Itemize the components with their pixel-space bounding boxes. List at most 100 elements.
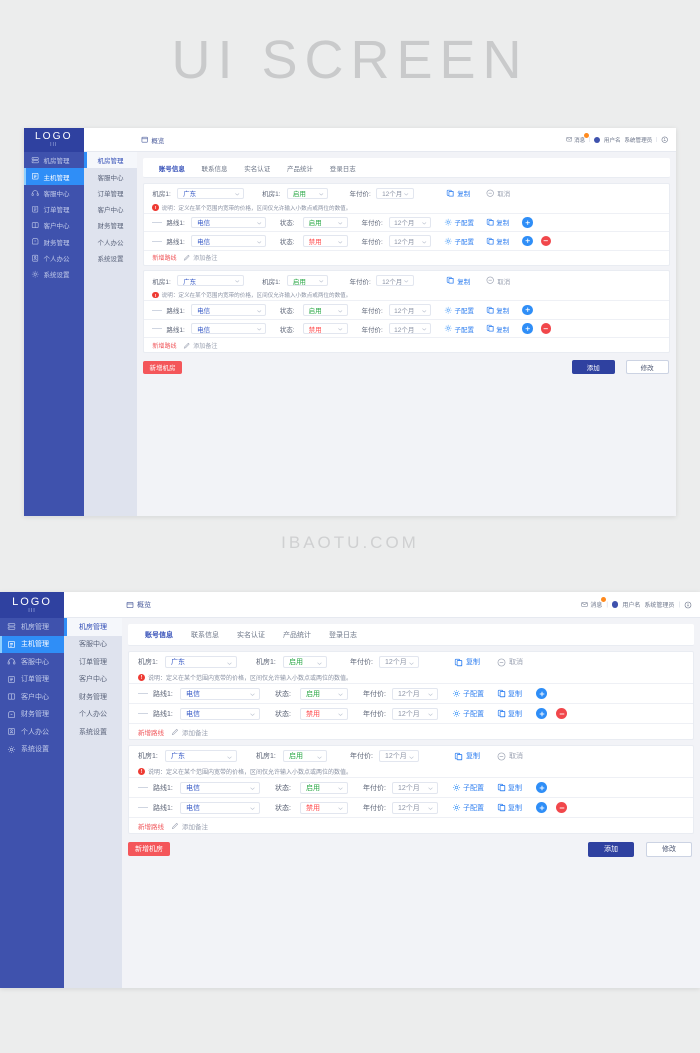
row-copy-button[interactable]: 复制 bbox=[497, 689, 522, 699]
sub-config-button[interactable]: 子配置 bbox=[452, 709, 484, 719]
modify-button[interactable]: 修改 bbox=[646, 841, 692, 857]
price-select[interactable]: 12个月 bbox=[376, 187, 414, 199]
route-status-select[interactable]: 禁用 bbox=[302, 235, 348, 247]
sidebar-item-6[interactable]: 个人办公 bbox=[24, 250, 84, 266]
route-price-select[interactable]: 12个月 bbox=[392, 801, 438, 814]
price-select[interactable]: 12个月 bbox=[376, 275, 414, 287]
tab-4[interactable]: 登录日志 bbox=[320, 630, 366, 645]
tab-2[interactable]: 实名认证 bbox=[228, 630, 274, 645]
subnav-item-4[interactable]: 财务管理 bbox=[64, 688, 122, 706]
sidebar-item-3[interactable]: 订单管理 bbox=[0, 671, 64, 689]
subnav-item-0[interactable]: 机房管理 bbox=[83, 152, 138, 169]
row-copy-button[interactable]: 复制 bbox=[486, 217, 509, 227]
sub-config-button[interactable]: 子配置 bbox=[452, 783, 484, 793]
sub-config-button[interactable]: 子配置 bbox=[444, 305, 474, 315]
message-button[interactable]: 消息 bbox=[581, 597, 607, 609]
avatar[interactable] bbox=[611, 601, 619, 608]
add-route-button[interactable] bbox=[522, 323, 533, 334]
route-select[interactable]: 电信 bbox=[191, 322, 266, 335]
room-select[interactable]: 广东 bbox=[165, 750, 237, 762]
route-select[interactable]: 电信 bbox=[180, 707, 260, 720]
route-status-select[interactable]: 禁用 bbox=[302, 322, 348, 335]
sidebar-item-7[interactable]: 系统设置 bbox=[24, 266, 84, 282]
tab-0[interactable]: 账号信息 bbox=[136, 630, 182, 645]
breadcrumb[interactable]: 概览 bbox=[126, 600, 151, 610]
sidebar-item-4[interactable]: 客户中心 bbox=[0, 688, 64, 706]
subnav-item-0[interactable]: 机房管理 bbox=[64, 618, 122, 636]
add-note-link[interactable]: 添加备注 bbox=[183, 341, 217, 350]
sidebar-item-5[interactable]: 财务管理 bbox=[24, 234, 84, 250]
remove-route-button[interactable] bbox=[540, 235, 552, 247]
subnav-item-6[interactable]: 系统设置 bbox=[84, 250, 138, 266]
price-select[interactable]: 12个月 bbox=[379, 656, 419, 668]
new-room-button[interactable]: 新增机房 bbox=[143, 360, 183, 374]
add-route-button[interactable] bbox=[536, 688, 547, 699]
add-route-button[interactable] bbox=[522, 304, 533, 316]
route-status-select[interactable]: 禁用 bbox=[300, 707, 348, 720]
route-price-select[interactable]: 12个月 bbox=[388, 216, 432, 229]
route-price-select[interactable]: 12个月 bbox=[392, 781, 438, 794]
route-status-select[interactable]: 启用 bbox=[302, 216, 348, 229]
user-name[interactable]: 用户名 bbox=[604, 136, 621, 144]
sidebar-item-4[interactable]: 客户中心 bbox=[24, 217, 84, 233]
tab-2[interactable]: 实名认证 bbox=[236, 163, 279, 178]
logo[interactable]: LOGO III bbox=[0, 592, 64, 618]
route-status-select[interactable]: 禁用 bbox=[300, 801, 348, 814]
subnav-item-6[interactable]: 系统设置 bbox=[64, 723, 122, 741]
cancel-button[interactable]: 取消 bbox=[497, 751, 523, 761]
add-note-link[interactable]: 添加备注 bbox=[171, 727, 208, 737]
tab-3[interactable]: 产品统计 bbox=[279, 163, 322, 178]
add-route-button[interactable] bbox=[536, 708, 547, 719]
row-copy-button[interactable]: 复制 bbox=[497, 709, 522, 719]
route-select[interactable]: 电信 bbox=[180, 781, 260, 794]
status-select[interactable]: 启用 bbox=[287, 275, 329, 287]
sub-config-button[interactable]: 子配置 bbox=[444, 236, 474, 246]
add-route-link[interactable]: 新增路线 bbox=[152, 341, 176, 350]
breadcrumb[interactable]: 概览 bbox=[141, 135, 164, 145]
sub-config-button[interactable]: 子配置 bbox=[444, 217, 474, 227]
room-select[interactable]: 广东 bbox=[177, 187, 245, 199]
remove-route-button[interactable] bbox=[556, 802, 567, 813]
sub-config-button[interactable]: 子配置 bbox=[452, 689, 484, 699]
add-note-link[interactable]: 添加备注 bbox=[171, 821, 208, 831]
add-route-link[interactable]: 新增路线 bbox=[152, 253, 176, 262]
row-copy-button[interactable]: 复制 bbox=[486, 324, 509, 334]
add-route-button[interactable] bbox=[536, 802, 547, 813]
tab-1[interactable]: 联系信息 bbox=[193, 163, 236, 178]
status-select[interactable]: 启用 bbox=[287, 187, 329, 199]
row-copy-button[interactable]: 复制 bbox=[497, 803, 522, 813]
sidebar-item-0[interactable]: 机房管理 bbox=[0, 618, 64, 636]
route-price-select[interactable]: 12个月 bbox=[392, 687, 438, 700]
sidebar-item-3[interactable]: 订单管理 bbox=[24, 201, 84, 217]
route-price-select[interactable]: 12个月 bbox=[392, 707, 438, 720]
row-copy-button[interactable]: 复制 bbox=[486, 236, 509, 246]
user-name[interactable]: 用户名 bbox=[622, 600, 640, 609]
remove-route-button[interactable] bbox=[540, 323, 552, 334]
route-select[interactable]: 电信 bbox=[180, 801, 260, 814]
price-select[interactable]: 12个月 bbox=[379, 750, 419, 762]
new-room-button[interactable]: 新增机房 bbox=[128, 842, 170, 856]
subnav-item-3[interactable]: 客户中心 bbox=[84, 201, 138, 217]
subnav-item-2[interactable]: 订单管理 bbox=[84, 185, 138, 201]
route-select[interactable]: 电信 bbox=[191, 304, 266, 316]
avatar[interactable] bbox=[594, 136, 601, 143]
cancel-button[interactable]: 取消 bbox=[486, 276, 510, 286]
sidebar-item-0[interactable]: 机房管理 bbox=[24, 152, 84, 168]
add-route-button[interactable] bbox=[536, 782, 547, 793]
sidebar-item-1[interactable]: 主机管理 bbox=[0, 635, 64, 653]
add-route-button[interactable] bbox=[522, 217, 533, 228]
subnav-item-4[interactable]: 财务管理 bbox=[84, 217, 138, 233]
subnav-item-1[interactable]: 客服中心 bbox=[84, 168, 138, 184]
tab-4[interactable]: 登录日志 bbox=[321, 163, 364, 178]
subnav-item-5[interactable]: 个人办公 bbox=[84, 234, 138, 250]
subnav-item-5[interactable]: 个人办公 bbox=[64, 706, 122, 724]
add-route-link[interactable]: 新增路线 bbox=[138, 821, 164, 831]
route-price-select[interactable]: 12个月 bbox=[388, 322, 432, 335]
logout-icon[interactable] bbox=[684, 601, 692, 609]
remove-route-button[interactable] bbox=[556, 708, 567, 719]
status-select[interactable]: 启用 bbox=[283, 656, 327, 668]
route-select[interactable]: 电信 bbox=[180, 687, 260, 700]
room-select[interactable]: 广东 bbox=[177, 275, 245, 287]
route-status-select[interactable]: 启用 bbox=[302, 304, 348, 316]
cancel-button[interactable]: 取消 bbox=[497, 657, 523, 667]
